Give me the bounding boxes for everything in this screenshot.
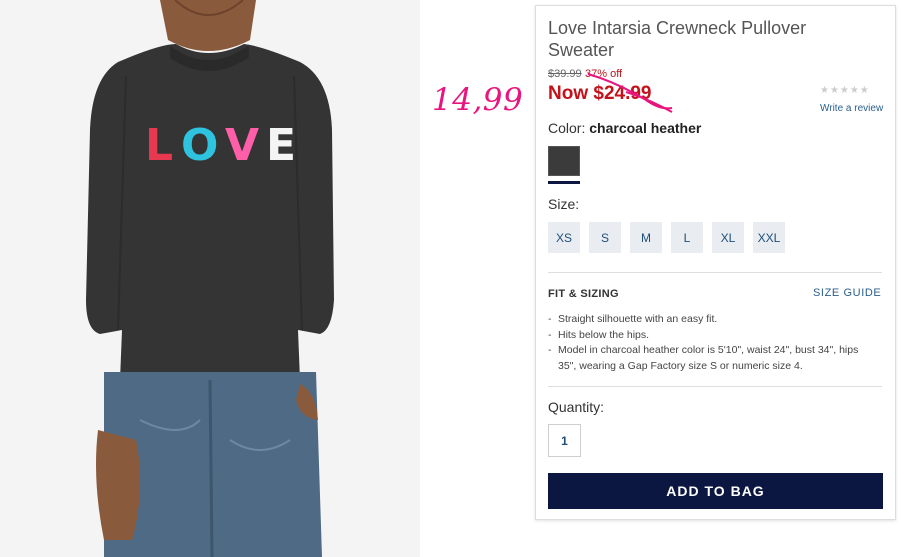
write-review-link[interactable]: Write a review — [820, 103, 883, 114]
size-button-xxl[interactable]: XXL — [753, 222, 785, 253]
product-image[interactable]: L O V E — [0, 0, 420, 557]
size-button-s[interactable]: S — [589, 222, 621, 253]
quantity-input[interactable]: 1 — [548, 424, 581, 457]
size-button-m[interactable]: M — [630, 222, 662, 253]
fit-sizing-heading: FIT & SIZING — [548, 288, 619, 300]
selected-color-name: charcoal heather — [589, 120, 702, 136]
product-title: Love Intarsia Crewneck Pullover Sweater — [548, 18, 807, 60]
size-button-xl[interactable]: XL — [712, 222, 744, 253]
love-letter-e: E — [266, 120, 296, 171]
quantity-label: Quantity: — [548, 399, 605, 415]
size-label: Size: — [548, 196, 580, 212]
size-guide-link[interactable]: SIZE GUIDE — [813, 287, 881, 299]
rating-stars: ★★★★★ — [820, 85, 870, 96]
love-letter-v: V — [225, 120, 259, 171]
fit-detail-item: Hits below the hips. — [548, 328, 878, 344]
color-selector-label: Color: charcoal heather — [548, 120, 701, 136]
handwritten-strikethrough — [587, 73, 673, 113]
divider — [548, 272, 882, 273]
size-button-l[interactable]: L — [671, 222, 703, 253]
size-options: XS S M L XL XXL — [548, 222, 785, 253]
model-illustration: L O V E — [86, 0, 334, 557]
love-letter-l: L — [145, 120, 173, 171]
color-label-text: Color: — [548, 120, 586, 136]
product-info-panel: Love Intarsia Crewneck Pullover Sweater … — [535, 5, 896, 520]
original-price: $39.99 — [548, 68, 582, 80]
size-button-xs[interactable]: XS — [548, 222, 580, 253]
love-letter-o: O — [181, 120, 218, 171]
fit-detail-item: Straight silhouette with an easy fit. — [548, 312, 878, 328]
fit-detail-item: Model in charcoal heather color is 5'10"… — [548, 343, 878, 374]
handwritten-price-annotation: 14,99 — [432, 82, 524, 118]
add-to-bag-button[interactable]: ADD TO BAG — [548, 473, 883, 509]
fit-details-list: Straight silhouette with an easy fit. Hi… — [548, 312, 878, 374]
selected-swatch-indicator — [548, 181, 580, 184]
color-swatch-charcoal-heather[interactable] — [548, 146, 580, 176]
divider — [548, 386, 882, 387]
